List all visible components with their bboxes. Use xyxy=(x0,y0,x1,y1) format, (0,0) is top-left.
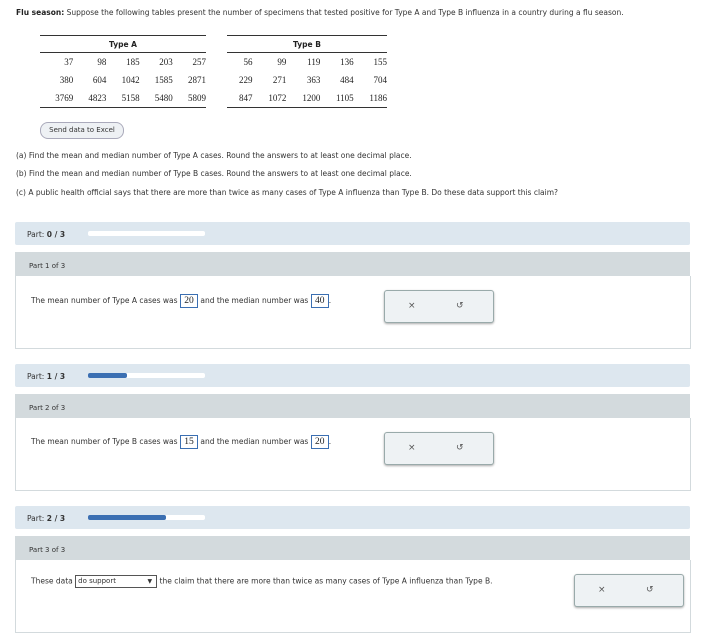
progress-track xyxy=(88,373,205,378)
part-progress-bar: Part: 0 / 3 xyxy=(15,222,690,245)
undo-button[interactable]: ↺ xyxy=(456,443,464,453)
clear-button[interactable]: × xyxy=(598,585,606,595)
table-cell: 1200 xyxy=(286,89,321,108)
question-c: (c) A public health official says that t… xyxy=(16,188,559,197)
progress-fill xyxy=(88,515,167,520)
answer-tools: × ↺ xyxy=(384,290,494,323)
part-2-header: Part 2 of 3 xyxy=(15,394,690,418)
table-cell: 203 xyxy=(159,57,173,67)
dropdown-arrow-icon: ▼ xyxy=(147,578,153,585)
table-cell: 704 xyxy=(373,75,388,85)
table-cell: 5158 xyxy=(106,89,140,108)
progress-label: Part: xyxy=(27,230,45,239)
table-cell: 5480 xyxy=(139,89,173,108)
progress-value: 1 / 3 xyxy=(46,372,66,381)
table-row: 37 98 185 203 257 xyxy=(40,53,206,72)
table-cell: 155 xyxy=(373,57,388,67)
part-2-body: The mean number of Type B cases was 15 a… xyxy=(15,418,691,491)
progress-fill xyxy=(88,373,127,378)
table-cell: 98 xyxy=(97,57,107,67)
table-cell: 119 xyxy=(307,57,321,67)
progress-track xyxy=(88,515,205,520)
table-cell: 4823 xyxy=(73,89,107,108)
progress-label: Part: xyxy=(27,372,45,381)
question-b: (b) Find the mean and median number of T… xyxy=(16,169,412,178)
progress-track xyxy=(88,231,205,236)
part-1-header: Part 1 of 3 xyxy=(15,252,690,276)
table-cell: 5809 xyxy=(172,89,206,108)
part-3-answer: These data do support ▼ the claim that th… xyxy=(31,575,492,588)
type-a-table: Type A 37 98 185 203 257 380 604 1042 1585 2871 376… xyxy=(40,35,206,108)
table-cell: 380 xyxy=(59,75,74,85)
table-cell: 136 xyxy=(340,57,354,67)
progress-value: 2 / 3 xyxy=(46,514,66,523)
part-2-answer: The mean number of Type B cases was 15 a… xyxy=(31,435,332,449)
part-3-body: These data do support ▼ the claim that th… xyxy=(15,560,691,633)
clear-button[interactable]: × xyxy=(408,443,416,453)
table-cell: 3769 xyxy=(40,89,74,108)
question-a: (a) Find the mean and median number of T… xyxy=(16,151,412,160)
answer-tools: × ↺ xyxy=(574,574,684,607)
table-cell: 37 xyxy=(64,57,74,67)
progress-label: Part: xyxy=(27,514,45,523)
undo-button[interactable]: ↺ xyxy=(646,585,654,595)
table-header: Type A xyxy=(40,35,206,53)
table-cell: 1105 xyxy=(320,89,354,108)
table-cell: 2871 xyxy=(188,75,206,85)
mean-b-input[interactable]: 15 xyxy=(179,435,198,449)
part-3-header: Part 3 of 3 xyxy=(15,536,690,560)
table-cell: 1585 xyxy=(154,75,173,85)
problem-statement: Flu season: Suppose the following tables… xyxy=(16,8,624,17)
table-row: 229 271 363 484 704 xyxy=(227,71,387,89)
table-cell: 1072 xyxy=(252,89,287,108)
mean-a-input[interactable]: 20 xyxy=(179,294,198,308)
support-select[interactable]: do support ▼ xyxy=(75,575,158,588)
table-row: 3769 4823 5158 5480 5809 xyxy=(40,89,206,108)
clear-button[interactable]: × xyxy=(408,301,416,311)
median-a-input[interactable]: 40 xyxy=(310,294,329,308)
part-1-body: The mean number of Type A cases was 20 a… xyxy=(15,276,691,349)
table-cell: 271 xyxy=(272,75,287,85)
table-row: 847 1072 1200 1105 1186 xyxy=(227,89,387,108)
part-progress-bar: Part: 1 / 3 xyxy=(15,364,690,387)
answer-tools: × ↺ xyxy=(384,432,494,465)
table-cell: 1186 xyxy=(353,89,387,108)
table-cell: 56 xyxy=(243,57,253,67)
undo-button[interactable]: ↺ xyxy=(456,301,464,311)
table-cell: 847 xyxy=(227,89,253,108)
table-row: 56 99 119 136 155 xyxy=(227,53,387,72)
table-cell: 363 xyxy=(306,75,321,85)
type-b-table: Type B 56 99 119 136 155 229 271 363 484 704 847 107… xyxy=(227,35,387,108)
part-1-answer: The mean number of Type A cases was 20 a… xyxy=(31,294,332,308)
table-header: Type B xyxy=(227,35,387,53)
table-cell: 99 xyxy=(277,57,287,67)
table-cell: 257 xyxy=(192,57,207,67)
median-b-input[interactable]: 20 xyxy=(310,435,329,449)
progress-value: 0 / 3 xyxy=(46,230,66,239)
table-cell: 229 xyxy=(238,75,253,85)
table-cell: 604 xyxy=(92,75,107,85)
send-to-excel-button[interactable]: Send data to Excel xyxy=(40,122,124,139)
table-row: 380 604 1042 1585 2871 xyxy=(40,71,206,89)
table-cell: 1042 xyxy=(121,75,140,85)
table-cell: 185 xyxy=(126,57,140,67)
table-cell: 484 xyxy=(340,75,354,85)
part-progress-bar: Part: 2 / 3 xyxy=(15,506,690,529)
